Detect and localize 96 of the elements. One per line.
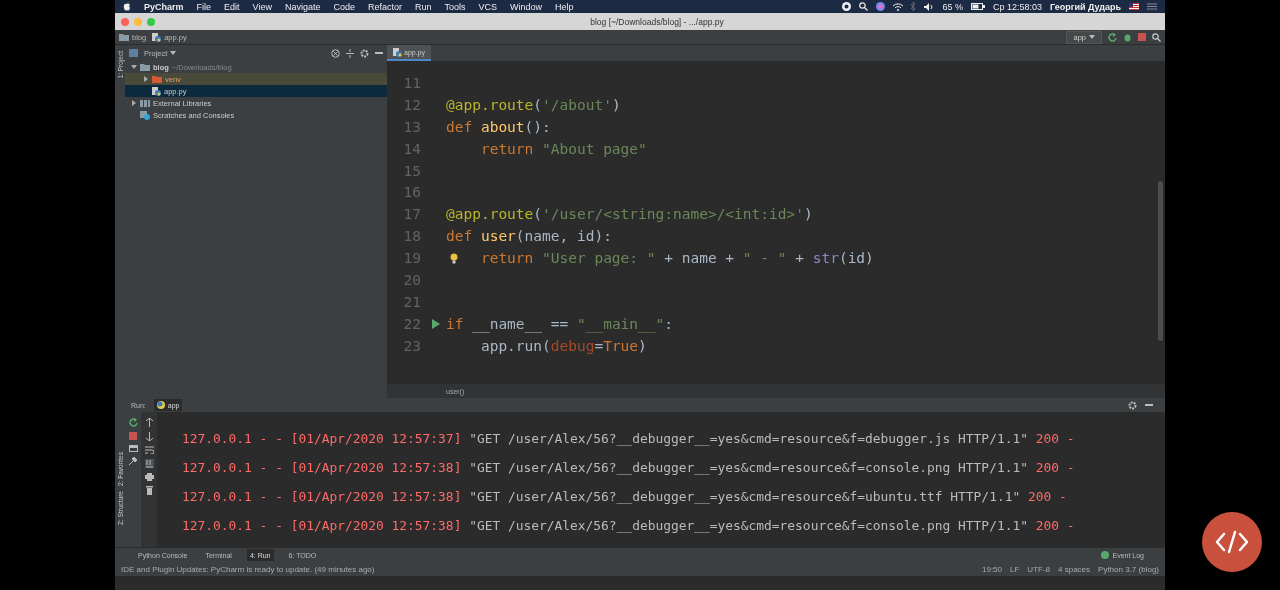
menu-item[interactable]: Help	[555, 1, 574, 12]
lightbulb-icon	[450, 253, 458, 265]
print-icon	[144, 473, 154, 481]
line-number: 21	[402, 293, 422, 310]
locate-icon	[331, 48, 340, 58]
scrollbar[interactable]	[1158, 181, 1163, 341]
line-number: 20	[402, 271, 422, 288]
line-number: 11	[402, 74, 422, 91]
menu-item[interactable]: View	[252, 1, 272, 12]
line-number: 17	[402, 206, 422, 223]
minimize-button[interactable]	[134, 17, 142, 26]
log-line: 127.0.0.1 - - [01/Apr/2020 12:57:38] "GET /user/Alex/56?__debugger__=yes&cmd=resource&f=ubuntu.ttf HTTP/1.1" 200 -	[182, 488, 1068, 506]
expand-arrow-icon	[131, 64, 137, 70]
menu-item[interactable]: VCS	[478, 1, 497, 12]
line-number: 22	[402, 315, 422, 332]
log-line: 127.0.0.1 - - [01/Apr/2020 12:57:37] "GET /user/Alex/56?__debugger__=yes&cmd=resource&f=debugger.js HTTP/1.1" 200 -	[182, 430, 1076, 448]
rerun-icon	[128, 418, 138, 427]
menu-item[interactable]: Refactor	[367, 1, 402, 12]
code-line: def user(name, id):	[446, 228, 612, 245]
line-number: 18	[402, 228, 422, 245]
menu-item[interactable]: Run	[414, 1, 432, 12]
menu-item[interactable]: Tools	[444, 1, 466, 12]
code-line: def about():	[446, 118, 551, 135]
menu-item[interactable]: File	[196, 1, 212, 12]
list-icon	[1147, 3, 1157, 10]
zoom-button[interactable]	[147, 17, 155, 26]
collapse-arrow-icon	[143, 76, 149, 82]
collapse-arrow-icon	[131, 100, 137, 106]
line-number: 15	[402, 162, 422, 179]
status-item[interactable]: 19:50	[982, 564, 1002, 574]
app-menu[interactable]: PyCharm	[144, 1, 184, 12]
code-line: @app.route('/about')	[446, 96, 621, 113]
code-icon	[1215, 530, 1249, 554]
library-icon	[140, 99, 150, 107]
line-number: 14	[402, 140, 422, 157]
battery-icon	[970, 3, 985, 10]
status-message[interactable]: IDE and Plugin Updates: PyCharm is ready to update. (49 minutes ago)	[121, 564, 375, 574]
collapse-all-icon	[346, 48, 354, 58]
code-line: @app.route('/user/<string:name>/<int:id>')	[446, 206, 813, 223]
menu-item[interactable]: Edit	[224, 1, 240, 12]
apple-icon	[123, 2, 131, 11]
python-file-icon	[393, 47, 402, 57]
log-line: 127.0.0.1 - - [01/Apr/2020 12:57:38] "GET /user/Alex/56?__debugger__=yes&cmd=resource&f=console.png HTTP/1.1" 200 -	[182, 459, 1076, 477]
python-icon	[156, 401, 165, 409]
settings-icon	[360, 48, 369, 58]
window-title: blog [~/Downloads/blog] - .../app.py	[589, 16, 725, 27]
status-item[interactable]: LF	[1010, 564, 1020, 574]
caret-icon	[170, 51, 177, 55]
pin-icon	[129, 457, 137, 465]
up-arrow-icon	[145, 418, 153, 427]
code-line: return "About page"	[479, 140, 647, 157]
search-icon	[859, 2, 869, 11]
close-button[interactable]	[121, 17, 129, 26]
code-line: app.run(debug=True)	[479, 337, 647, 354]
rerun-icon	[1108, 32, 1117, 42]
line-number: 23	[402, 337, 422, 354]
run-icon	[430, 318, 441, 329]
code-button[interactable]	[1202, 512, 1262, 572]
bluetooth-icon	[911, 2, 917, 11]
log-line: 127.0.0.1 - - [01/Apr/2020 12:57:38] "GET /user/Alex/56?__debugger__=yes&cmd=resource&f=console.png HTTP/1.1" 200 -	[182, 517, 1076, 535]
user-name[interactable]: Георгий Дударь	[1050, 1, 1121, 12]
volume-icon	[924, 2, 935, 11]
scratch-icon	[140, 110, 150, 120]
line-number: 16	[402, 184, 422, 201]
python-file-icon	[152, 86, 161, 96]
code-line: if __name__ == "__main__":	[446, 315, 673, 332]
python-file-icon	[152, 32, 162, 42]
folder-icon	[119, 33, 129, 41]
line-number: 19	[402, 250, 422, 267]
menu-item[interactable]: Navigate	[284, 1, 321, 12]
down-arrow-icon	[145, 432, 153, 441]
status-item[interactable]: Python 3.7 (blog)	[1098, 564, 1159, 574]
layout-icon	[128, 445, 138, 452]
bug-icon	[1123, 32, 1132, 42]
line-number: 13	[402, 118, 422, 135]
menu-item[interactable]: Code	[333, 1, 355, 12]
stop-icon	[1138, 33, 1146, 41]
trash-icon	[145, 486, 153, 495]
wrap-icon	[144, 446, 154, 454]
wifi-icon	[893, 2, 904, 11]
clock: Ср 12:58:03	[992, 1, 1042, 12]
scroll-end-icon	[144, 459, 154, 468]
menu-item[interactable]: Window	[510, 1, 543, 12]
code-line: return "User page: " + name + " - " + str(id)	[446, 250, 874, 267]
event-log-icon	[1101, 551, 1110, 559]
stop-icon	[129, 432, 137, 440]
siri-icon	[876, 2, 886, 11]
search-icon	[1152, 32, 1161, 42]
status-item[interactable]: UTF-8	[1027, 564, 1051, 574]
battery-percentage: 65 %	[942, 1, 963, 12]
project-icon	[129, 49, 138, 57]
flag-icon	[1129, 3, 1139, 10]
caret-icon	[1089, 35, 1095, 39]
status-item[interactable]: 4 spaces	[1058, 564, 1091, 574]
settings-icon	[1128, 400, 1137, 410]
line-number: 12	[402, 96, 422, 113]
